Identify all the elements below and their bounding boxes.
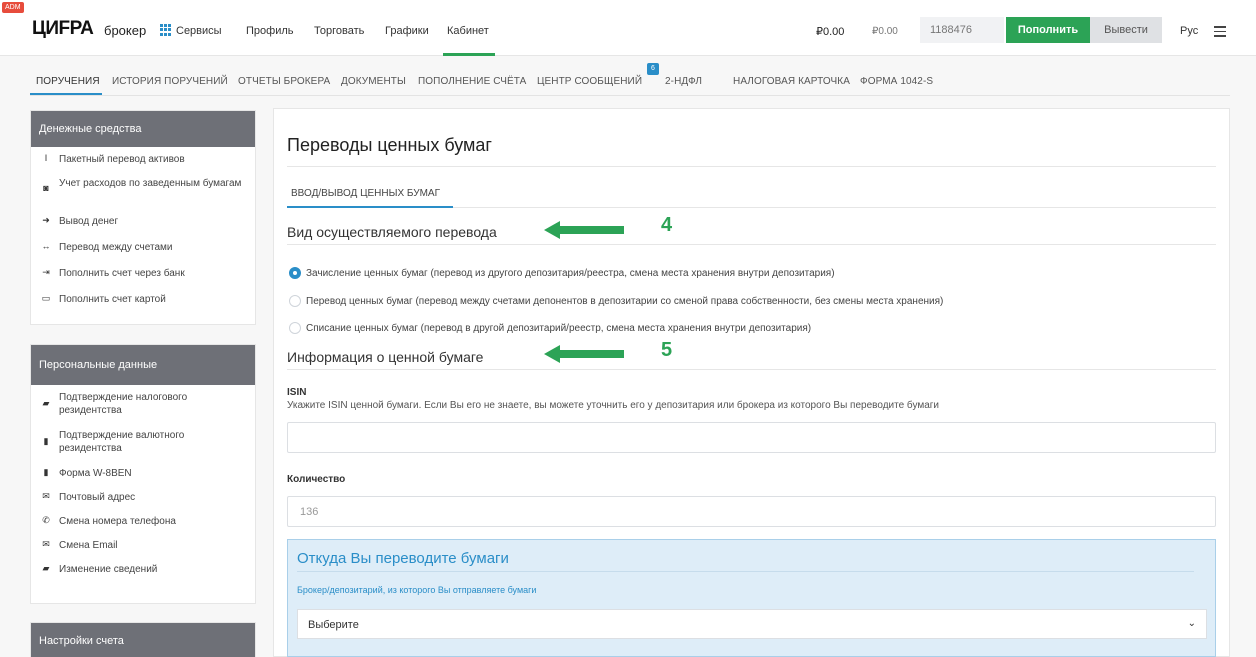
section-security-info: Информация о ценной бумаге [287, 349, 484, 365]
from-divider [297, 571, 1194, 572]
menu-hamburger-icon[interactable] [1214, 26, 1226, 37]
top-navbar: ADM ЦИFРА брокер Сервисы Профиль Торгова… [0, 0, 1256, 56]
nav-services[interactable]: Сервисы [176, 25, 222, 37]
sidebar-item-expenses[interactable]: ◙ Учет расходов по заведенным бумагам [31, 177, 255, 211]
nav-cabinet[interactable]: Кабинет [447, 25, 489, 37]
logo[interactable]: ЦИFРА [32, 18, 94, 40]
sidebar-item-tax-residency[interactable]: ▰ Подтверждение налогового резидентства [31, 391, 255, 429]
sidebar-item-bank-topup[interactable]: ⇥ Пополнить счет через банк [31, 263, 255, 289]
envelope-icon: ✉ [42, 491, 50, 501]
radio-writeoff[interactable]: Списание ценных бумаг (перевод в другой … [289, 322, 811, 334]
from-section: Откуда Вы переводите бумаги Брокер/депоз… [287, 539, 1216, 657]
sidebar-item-email-change[interactable]: ✉ Смена Email [31, 539, 255, 563]
topup-button[interactable]: Пополнить [1006, 17, 1090, 43]
subnav-2ndfl[interactable]: 2-НДФЛ [665, 76, 702, 87]
withdraw-button[interactable]: Вывести [1090, 17, 1162, 43]
from-broker-select[interactable]: Выберите ⌄ [297, 609, 1207, 639]
envelope-icon: ✉ [42, 539, 50, 549]
sidebar-settings-card: Настройки счета [30, 622, 256, 657]
quantity-label: Количество [287, 474, 346, 485]
sidebar-item-change-info[interactable]: ▰ Изменение сведений [31, 563, 255, 587]
sidebar-item-transfer[interactable]: ↔ Перевод между счетами [31, 237, 255, 263]
page-title: Переводы ценных бумаг [287, 135, 492, 155]
annotation-number-5: 5 [661, 339, 673, 361]
radio-checked-icon[interactable] [289, 267, 301, 279]
subnav-broker-reports[interactable]: ОТЧЕТЫ БРОКЕРА [238, 76, 330, 87]
tab-securities-io[interactable]: ВВОД/ВЫВОД ЦЕННЫХ БУМАГ [291, 188, 440, 199]
sidebar-item-postal-address[interactable]: ✉ Почтовый адрес [31, 491, 255, 515]
transfer-icon: ↔ [41, 241, 51, 251]
from-broker-label: Брокер/депозитарий, из которого Вы отпра… [297, 585, 537, 595]
sidebar-item-card-topup[interactable]: ▭ Пополнить счет картой [31, 289, 255, 315]
subnav-tax-card[interactable]: НАЛОГОВАЯ КАРТОЧКА [733, 76, 850, 87]
account-number[interactable]: 1188476 [920, 17, 1004, 43]
subnav-documents[interactable]: ДОКУМЕНТЫ [341, 76, 406, 87]
sidebar-personal-card: Персональные данные ▰ Подтверждение нало… [30, 344, 256, 604]
nav-trade[interactable]: Торговать [314, 25, 364, 37]
sidebar-item-phone-change[interactable]: ✆ Смена номера телефона [31, 515, 255, 539]
document-icon: ▮ [43, 467, 49, 477]
phone-icon: ✆ [42, 515, 50, 525]
isin-label: ISIN [287, 387, 307, 398]
radio-unchecked-icon[interactable] [289, 322, 301, 334]
quantity-input[interactable]: 136 [287, 496, 1216, 527]
isin-input[interactable] [287, 422, 1216, 453]
balance-primary: ₽0.00 [816, 26, 845, 38]
sidebar-item-withdraw[interactable]: ➜ Вывод денег [31, 211, 255, 237]
sidebar-money-card: Денежные средства I Пакетный перевод акт… [30, 110, 256, 325]
tab-active-indicator [287, 206, 453, 208]
title-divider [287, 166, 1216, 167]
subnav-account-topup[interactable]: ПОПОЛНЕНИЕ СЧЁТА [418, 76, 526, 87]
section-transfer-type: Вид осуществляемого перевода [287, 224, 497, 240]
services-grid-icon[interactable] [160, 24, 172, 36]
bank-icon: ⇥ [42, 267, 50, 277]
subnav-divider [30, 95, 1230, 96]
cursor-icon: I [44, 153, 48, 163]
sidebar-personal-title: Персональные данные [31, 345, 255, 385]
nav-active-indicator [443, 53, 495, 56]
section-divider-2 [287, 369, 1216, 370]
withdraw-icon: ➜ [42, 215, 50, 225]
balance-secondary: ₽0.00 [872, 26, 898, 37]
sidebar-item-batch-transfer[interactable]: I Пакетный перевод активов [31, 153, 255, 177]
sidebar-item-w8ben[interactable]: ▮ Форма W-8BEN [31, 467, 255, 491]
card-icon: ▭ [41, 293, 51, 303]
sidebar-item-currency-residency[interactable]: ▮ Подтверждение валютного резидентства [31, 429, 255, 467]
subnav-message-center[interactable]: ЦЕНТР СООБЩЕНИЙ [537, 76, 642, 87]
subnav-orders[interactable]: ПОРУЧЕНИЯ [36, 76, 100, 87]
annotation-arrow-5 [544, 345, 624, 363]
language-switch[interactable]: Рус [1180, 25, 1198, 37]
section-divider-1 [287, 244, 1216, 245]
nav-profile[interactable]: Профиль [246, 25, 294, 37]
annotation-number-4: 4 [661, 214, 673, 236]
from-title: Откуда Вы переводите бумаги [297, 550, 509, 567]
nav-charts[interactable]: Графики [385, 25, 429, 37]
annotation-arrow-4 [544, 221, 624, 239]
logo-subtitle: брокер [104, 23, 147, 38]
money-icon: ◙ [43, 183, 49, 193]
adm-badge: ADM [2, 2, 24, 13]
subnav-orders-history[interactable]: ИСТОРИЯ ПОРУЧЕНИЙ [112, 76, 228, 87]
radio-transfer[interactable]: Перевод ценных бумаг (перевод между счет… [289, 295, 943, 307]
chevron-down-icon: ⌄ [1187, 618, 1196, 629]
isin-hint: Укажите ISIN ценной бумаги. Если Вы его … [287, 400, 939, 411]
radio-unchecked-icon[interactable] [289, 295, 301, 307]
radio-crediting[interactable]: Зачисление ценных бумаг (перевод из друг… [289, 267, 835, 279]
sidebar-money-title: Денежные средства [31, 111, 255, 147]
messages-count-badge: 6 [647, 63, 659, 75]
subnav-form-1042s[interactable]: ФОРМА 1042-S [860, 76, 933, 87]
folder-open-icon: ▰ [42, 563, 50, 573]
subnav-active-indicator [30, 93, 102, 95]
folder-icon: ▰ [42, 398, 50, 408]
file-icon: ▮ [43, 436, 49, 446]
sidebar-settings-title: Настройки счета [31, 623, 255, 657]
